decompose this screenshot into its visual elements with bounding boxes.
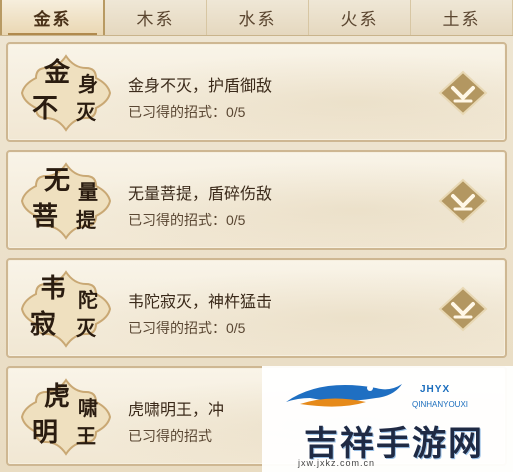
tab-metal[interactable]: 金系 bbox=[0, 0, 105, 35]
emblem-char: 啸 bbox=[78, 396, 98, 420]
skill-title: 无量菩提，盾碎伤敌 bbox=[128, 186, 273, 203]
expand-button[interactable] bbox=[438, 286, 488, 332]
emblem-char: 陀 bbox=[78, 288, 98, 312]
skill-emblem: 金 身 不 灭 bbox=[14, 50, 118, 136]
tab-earth[interactable]: 土系 bbox=[411, 0, 513, 35]
skill-emblem: 韦 陀 寂 灭 bbox=[14, 266, 118, 352]
tab-fire[interactable]: 火系 bbox=[309, 0, 411, 35]
skill-card[interactable]: 无 量 菩 提 无量菩提，盾碎伤敌 已习得的招式：0/5 bbox=[6, 150, 507, 250]
skill-progress: 已习得的招式：0/5 bbox=[128, 212, 246, 228]
skill-emblem: 无 量 菩 提 bbox=[14, 158, 118, 244]
emblem-char: 无 bbox=[44, 166, 71, 196]
watermark-brand-sub: QINHANYOUXI bbox=[412, 400, 469, 409]
expand-button[interactable] bbox=[438, 70, 488, 116]
watermark-url: jxw.jxkz.com.cn bbox=[298, 458, 376, 468]
emblem-char: 韦 bbox=[40, 274, 67, 304]
skill-title: 韦陀寂灭，神杵猛击 bbox=[128, 294, 273, 311]
skill-title: 金身不灭，护盾御敌 bbox=[128, 78, 273, 95]
tab-wood[interactable]: 木系 bbox=[105, 0, 207, 35]
emblem-char: 灭 bbox=[76, 316, 96, 340]
skill-progress: 已习得的招式：0/5 bbox=[128, 320, 246, 336]
chevron-down-icon bbox=[438, 70, 488, 116]
emblem-char: 虎 bbox=[44, 382, 71, 412]
skill-title: 虎啸明王，冲 bbox=[128, 402, 225, 419]
emblem-char: 身 bbox=[78, 72, 98, 96]
chevron-down-icon bbox=[438, 286, 488, 332]
skill-card[interactable]: 韦 陀 寂 灭 韦陀寂灭，神杵猛击 已习得的招式：0/5 bbox=[6, 258, 507, 358]
skill-card[interactable]: 金 身 不 灭 金身不灭，护盾御敌 已习得的招式：0/5 bbox=[6, 42, 507, 142]
watermark-brand: JHYX bbox=[420, 384, 451, 395]
emblem-char: 不 bbox=[32, 94, 59, 124]
emblem-char: 量 bbox=[78, 180, 98, 204]
emblem-char: 菩 bbox=[32, 202, 59, 232]
skill-emblem: 虎 啸 明 王 bbox=[14, 374, 118, 460]
emblem-char: 明 bbox=[32, 418, 59, 448]
skill-progress: 已习得的招式：0/5 bbox=[128, 104, 246, 120]
emblem-char: 金 bbox=[44, 58, 71, 88]
emblem-char: 寂 bbox=[30, 310, 57, 340]
expand-button[interactable] bbox=[438, 178, 488, 224]
emblem-char: 灭 bbox=[76, 100, 96, 124]
skill-progress: 已习得的招式 bbox=[128, 428, 212, 444]
emblem-char: 王 bbox=[76, 424, 96, 448]
element-tabs: 金系 木系 水系 火系 土系 bbox=[0, 0, 513, 36]
emblem-char: 提 bbox=[76, 208, 96, 232]
chevron-down-icon bbox=[438, 178, 488, 224]
tab-water[interactable]: 水系 bbox=[207, 0, 309, 35]
watermark: JHYX QINHANYOUXI 吉祥手游网 jxw.jxkz.com.cn bbox=[262, 366, 513, 472]
